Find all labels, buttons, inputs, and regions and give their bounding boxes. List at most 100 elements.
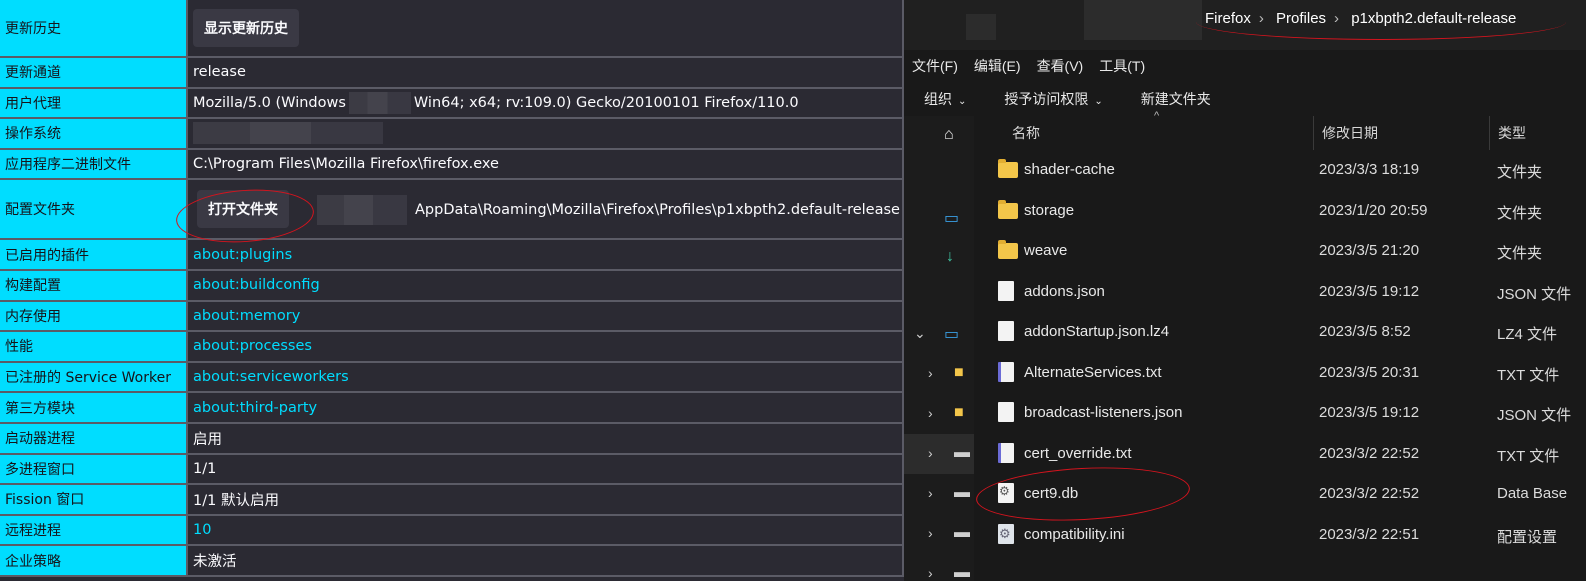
nav-item-this-pc[interactable]: ⌄ ▭ bbox=[904, 314, 974, 354]
file-type: 文件夹 bbox=[1497, 245, 1543, 262]
command-bar: 组织 ⌄ 授予访问权限 ⌄ 新建文件夹 bbox=[904, 82, 1249, 116]
column-date-modified[interactable]: 修改日期 bbox=[1314, 116, 1490, 150]
about-buildconfig-link[interactable]: about:buildconfig bbox=[193, 277, 320, 293]
file-icon bbox=[998, 321, 1016, 343]
file-row-cert9-db[interactable]: cert9.db 2023/3/2 22:52 Data Base bbox=[974, 474, 1586, 515]
folder-icon bbox=[998, 159, 1018, 181]
about-processes-link[interactable]: about:processes bbox=[193, 338, 312, 354]
new-folder-button[interactable]: 新建文件夹 bbox=[1141, 89, 1211, 109]
breadcrumb-firefox[interactable]: Firefox bbox=[1205, 10, 1251, 27]
table-row: 操作系统 bbox=[0, 118, 904, 150]
nav-item-drive[interactable]: › ▬ bbox=[904, 434, 974, 474]
chevron-right-icon: › bbox=[1334, 10, 1340, 27]
file-row-addonstartup[interactable]: addonStartup.json.lz4 2023/3/5 8:52 LZ4 文件 bbox=[974, 312, 1586, 353]
file-row-compatibility-ini[interactable]: compatibility.ini 2023/3/2 22:51 配置设置 bbox=[974, 515, 1586, 556]
user-agent-part-a: Mozilla/5.0 (Windows bbox=[193, 94, 346, 111]
chevron-right-icon: › bbox=[1258, 10, 1264, 27]
file-row-cert-override[interactable]: cert_override.txt 2023/3/2 22:52 TXT 文件 bbox=[974, 434, 1586, 475]
show-update-history-button[interactable]: 显示更新历史 bbox=[193, 9, 299, 47]
file-row-weave[interactable]: weave 2023/3/5 21:20 文件夹 bbox=[974, 231, 1586, 272]
table-row: 配置文件夹 打开文件夹 AppData\Roaming\Mozilla\Firef… bbox=[0, 179, 904, 241]
row-key: 内存使用 bbox=[0, 300, 188, 333]
drive-icon: ▬ bbox=[954, 564, 970, 581]
nav-item-folder[interactable]: › ■ bbox=[904, 394, 974, 434]
file-name: cert_override.txt bbox=[1024, 444, 1132, 462]
open-folder-button[interactable]: 打开文件夹 bbox=[197, 190, 289, 229]
row-value: 1/1 默认启用 bbox=[187, 484, 904, 516]
about-memory-link[interactable]: about:memory bbox=[193, 308, 300, 324]
grant-access-button[interactable]: 授予访问权限 ⌄ bbox=[1004, 89, 1102, 109]
about-third-party-link[interactable]: about:third-party bbox=[193, 400, 317, 416]
grant-access-label: 授予访问权限 bbox=[1004, 91, 1089, 107]
computer-icon: ▭ bbox=[944, 326, 960, 343]
nav-item-downloads[interactable]: ↓ bbox=[904, 238, 974, 278]
nav-item-home[interactable]: ⌂ bbox=[904, 116, 974, 156]
remote-processes-link[interactable]: 10 bbox=[193, 522, 211, 538]
nav-item-drive[interactable]: › ▬ bbox=[904, 554, 974, 581]
user-agent-value: Mozilla/5.0 (Windows Win64; x64; rv:109.0… bbox=[187, 87, 904, 120]
file-row-shader-cache[interactable]: shader-cache 2023/3/3 18:19 文件夹 bbox=[974, 150, 1586, 191]
menu-edit[interactable]: 编辑(E) bbox=[974, 56, 1021, 80]
file-type: JSON 文件 bbox=[1497, 407, 1572, 424]
table-row: 启动器进程 启用 bbox=[0, 422, 904, 455]
row-key: 配置文件夹 bbox=[0, 179, 188, 241]
file-date: 2023/3/2 22:52 bbox=[1319, 444, 1420, 462]
column-name[interactable]: 名称 bbox=[1004, 116, 1314, 150]
nav-item-drive[interactable]: › ▬ bbox=[904, 514, 974, 554]
file-date: 2023/3/5 19:12 bbox=[1319, 282, 1420, 300]
menu-view[interactable]: 查看(V) bbox=[1037, 56, 1084, 80]
file-list-pane: ^ 名称 修改日期 类型 shader-cache 2023/3/3 18:19 文… bbox=[974, 110, 1586, 581]
breadcrumb-profile-folder[interactable]: p1xbpth2.default-release bbox=[1351, 10, 1516, 27]
chevron-right-icon: › bbox=[928, 445, 933, 461]
text-file-icon bbox=[998, 442, 1016, 465]
chevron-right-icon: › bbox=[928, 525, 933, 541]
file-date: 2023/1/20 20:59 bbox=[1319, 201, 1428, 219]
user-agent-part-b: Win64; x64; rv:109.0) Gecko/20100101 Fir… bbox=[413, 94, 799, 111]
file-type: LZ4 文件 bbox=[1497, 326, 1558, 343]
table-row: 用户代理 Mozilla/5.0 (Windows Win64; x64; rv:… bbox=[0, 87, 904, 120]
breadcrumb-profiles[interactable]: Profiles bbox=[1276, 10, 1326, 27]
folder-icon: ■ bbox=[954, 404, 964, 421]
organize-button[interactable]: 组织 ⌄ bbox=[924, 89, 966, 109]
file-name: storage bbox=[1024, 201, 1075, 219]
profile-folder-value: 打开文件夹 AppData\Roaming\Mozilla\Firefox\Pro… bbox=[187, 179, 904, 241]
file-date: 2023/3/5 8:52 bbox=[1319, 323, 1411, 340]
redaction-block bbox=[193, 122, 383, 145]
nav-item-desktop[interactable]: ▭ bbox=[904, 198, 974, 238]
navigation-pane: ⌂ ▭ ↓ ⌄ ▭ › ■ › ■ › ▬ › ▬ › ▬ › ▬ bbox=[904, 116, 974, 581]
nav-item-drive[interactable]: › ▬ bbox=[904, 474, 974, 514]
row-value: release bbox=[187, 57, 904, 89]
breadcrumb[interactable]: Firefox › Profiles › p1xbpth2.default-rele… bbox=[1205, 10, 1524, 27]
organize-label: 组织 bbox=[924, 91, 952, 107]
menu-tools[interactable]: 工具(T) bbox=[1099, 56, 1145, 80]
chevron-right-icon: › bbox=[928, 485, 933, 501]
file-row-storage[interactable]: storage 2023/1/20 20:59 文件夹 bbox=[974, 191, 1586, 232]
row-key: 构建配置 bbox=[0, 269, 188, 302]
menu-file[interactable]: 文件(F) bbox=[912, 56, 958, 80]
database-file-icon bbox=[998, 483, 1016, 505]
file-row-broadcast-listeners[interactable]: broadcast-listeners.json 2023/3/5 19:12 JS… bbox=[974, 393, 1586, 434]
file-name: AlternateServices.txt bbox=[1024, 363, 1162, 381]
file-type: Data Base bbox=[1497, 485, 1568, 502]
about-plugins-link[interactable]: about:plugins bbox=[193, 247, 292, 263]
table-row: 更新通道 release bbox=[0, 57, 904, 89]
row-key: 操作系统 bbox=[0, 118, 188, 150]
file-row-alternateservices[interactable]: AlternateServices.txt 2023/3/5 20:31 TXT 文… bbox=[974, 353, 1586, 394]
chevron-right-icon: › bbox=[928, 405, 933, 421]
table-row: 远程进程 10 bbox=[0, 514, 904, 547]
chevron-right-icon: › bbox=[928, 365, 933, 381]
about-serviceworkers-link[interactable]: about:serviceworkers bbox=[193, 369, 349, 385]
table-row: 已注册的 Service Worker about:serviceworkers bbox=[0, 361, 904, 394]
row-value: 未激活 bbox=[187, 545, 904, 577]
row-key: 远程进程 bbox=[0, 514, 188, 547]
file-name: compatibility.ini bbox=[1024, 525, 1125, 543]
drive-icon: ▬ bbox=[954, 484, 970, 501]
column-type[interactable]: 类型 bbox=[1490, 116, 1586, 150]
file-type: JSON 文件 bbox=[1497, 285, 1572, 303]
file-type: TXT 文件 bbox=[1497, 447, 1560, 465]
text-file-icon bbox=[998, 361, 1016, 384]
folder-icon bbox=[998, 199, 1018, 222]
file-icon bbox=[998, 280, 1016, 303]
file-row-addons-json[interactable]: addons.json 2023/3/5 19:12 JSON 文件 bbox=[974, 272, 1586, 313]
nav-item-folder[interactable]: › ■ bbox=[904, 354, 974, 394]
